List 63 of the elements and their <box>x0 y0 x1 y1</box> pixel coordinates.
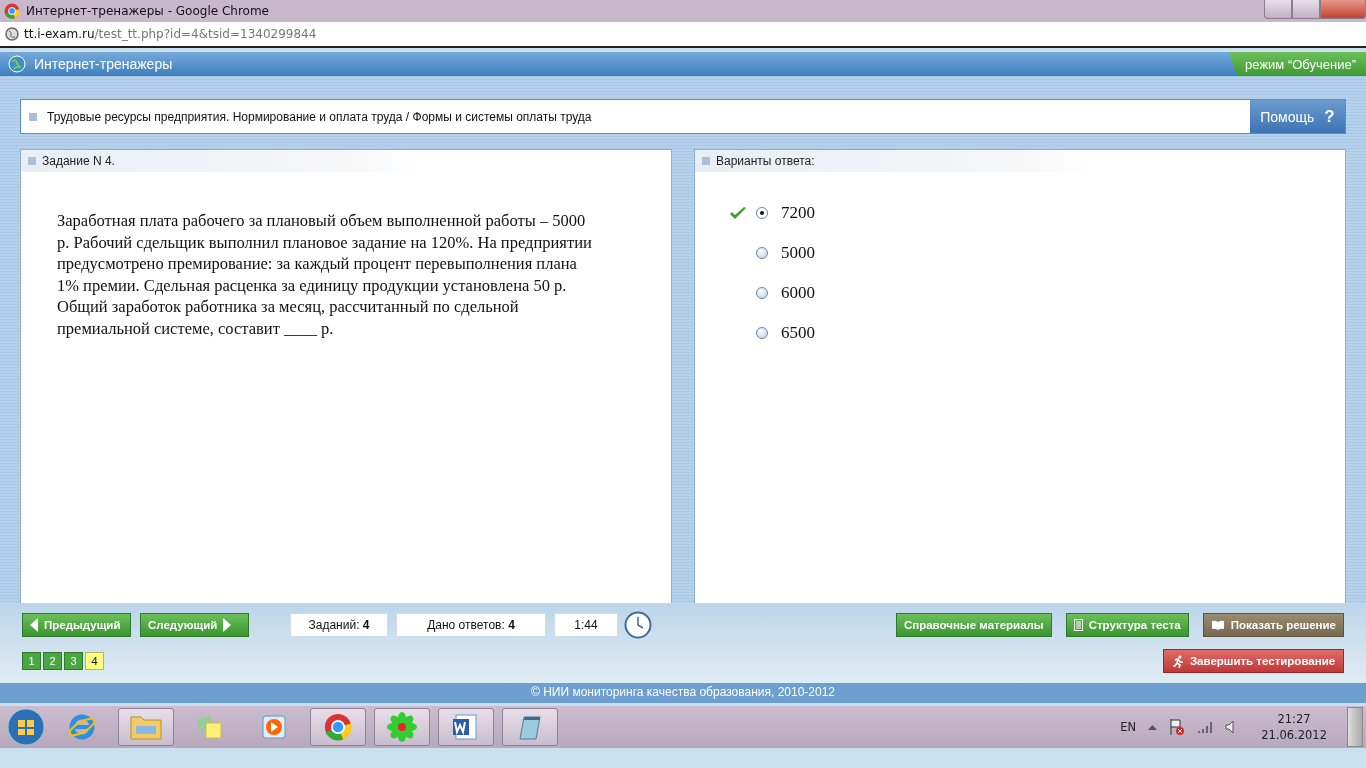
close-button[interactable] <box>1320 0 1366 19</box>
clock-date: 21.06.2012 <box>1261 728 1327 742</box>
flag-icon[interactable] <box>1169 718 1186 736</box>
next-button[interactable]: Следующий <box>140 613 249 637</box>
letter-w-icon[interactable] <box>452 713 480 741</box>
action-button[interactable]: Показать решение <box>1202 613 1344 637</box>
timer: 1:44 <box>554 613 618 637</box>
media-player-icon[interactable] <box>260 713 288 741</box>
answers-heading: Варианты ответа: <box>716 154 815 168</box>
folder-icon[interactable] <box>130 714 162 740</box>
clock[interactable]: 21:27 21.06.2012 <box>1261 712 1327 742</box>
bullet-icon <box>29 112 37 121</box>
window-title: Интернет-тренажеры - Google Chrome <box>26 4 269 18</box>
action-button[interactable]: Справочные материалы <box>895 613 1052 637</box>
document-icon <box>1073 619 1083 631</box>
maximize-button[interactable] <box>1292 0 1320 19</box>
page-button[interactable]: 2 <box>43 652 62 670</box>
counter-label: Заданий: 4 <box>290 613 388 637</box>
browser-logo-icon <box>4 3 20 19</box>
finish-button[interactable]: Завершить тестирование <box>1163 649 1344 673</box>
help-button[interactable]: Помощь ? <box>1249 100 1345 133</box>
flower-icon[interactable] <box>387 712 417 742</box>
clock-icon <box>624 611 652 639</box>
radio-button[interactable] <box>756 327 768 339</box>
answer-option-label: 5000 <box>781 243 815 263</box>
minimize-button[interactable] <box>1264 0 1292 19</box>
bullet-icon <box>28 157 36 165</box>
running-person-icon <box>1171 654 1184 668</box>
notepad-icon[interactable] <box>516 713 544 741</box>
app-title: Интернет-тренажеры <box>34 56 174 72</box>
task-heading: Задание N 4. <box>42 154 115 168</box>
sticky-notes-icon[interactable] <box>196 713 224 741</box>
page-button[interactable]: 1 <box>22 652 41 670</box>
browser-logo-icon[interactable] <box>324 713 352 741</box>
address-field[interactable]: tt.i-exam.ru/test_tt.php?id=4&tsid=1340299844 <box>24 27 317 41</box>
book-icon <box>1210 620 1225 630</box>
question-text: Заработная плата рабочего за плановый объем выполненной работы – 5000 р. Рабочий сдельщик выполнил плановое задание на 120%. На предприятии предусмотрено премирование: за каждый процент перевыполнения плана 1% премии. Сдельная расценка за единицу продукции установлена 50 р. Общий заработок работника за месяц, рассчитанный по сдельной премиальной системе, составит ____ р. <box>57 210 593 340</box>
start-button[interactable] <box>6 707 46 747</box>
answer-option-label: 6500 <box>781 323 815 343</box>
signal-icon[interactable] <box>1197 720 1214 734</box>
bullet-icon <box>702 157 710 165</box>
answer-option-label: 6000 <box>781 283 815 303</box>
copyright-text: © НИИ мониторинга качества образования, 2010-2012 <box>531 685 835 699</box>
radio-button[interactable] <box>756 247 768 259</box>
page-button[interactable]: 3 <box>64 652 83 670</box>
caret-icon[interactable] <box>1148 724 1158 730</box>
show-desktop-button[interactable] <box>1347 707 1363 747</box>
radio-button[interactable] <box>756 287 768 299</box>
right-arrow-icon <box>223 618 232 632</box>
globe-icon <box>5 27 19 41</box>
previous-button[interactable]: Предыдущий <box>22 613 131 637</box>
counter-label: Дано ответов: 4 <box>396 613 546 637</box>
breadcrumb-text: Трудовые ресурсы предприятия. Нормирование и оплата труда / Формы и системы оплаты труда <box>47 109 592 124</box>
clock-time: 21:27 <box>1277 712 1311 726</box>
language-indicator[interactable]: EN <box>1120 720 1137 734</box>
speaker-icon[interactable] <box>1225 720 1236 734</box>
left-arrow-icon <box>30 618 38 632</box>
letter-e-icon[interactable] <box>67 712 97 742</box>
action-button[interactable]: Структура теста <box>1065 613 1189 637</box>
page-button[interactable]: 4 <box>85 652 104 670</box>
answer-option-label: 7200 <box>781 203 815 223</box>
globe-icon <box>8 55 26 73</box>
radio-button[interactable] <box>756 207 768 219</box>
